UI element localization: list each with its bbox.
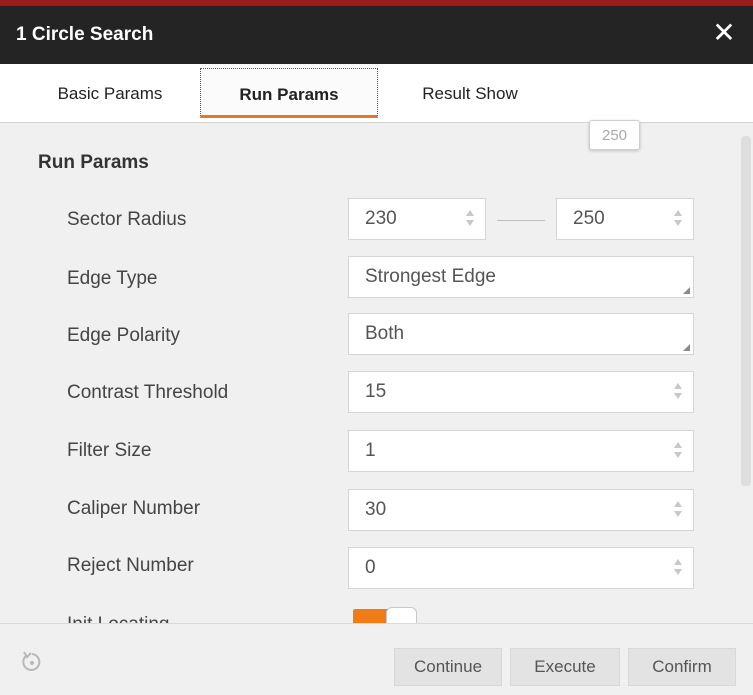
- reject-number-input[interactable]: 0: [348, 547, 694, 589]
- sector-radius-min-input[interactable]: 230: [348, 198, 486, 240]
- sector-radius-max-value: 250: [573, 208, 605, 229]
- circle-search-dialog: 1 Circle Search ✕ Basic Params Run Param…: [0, 0, 753, 695]
- close-icon[interactable]: ✕: [709, 16, 739, 50]
- tab-run-params[interactable]: Run Params: [200, 68, 378, 118]
- title-bar: 1 Circle Search ✕: [0, 6, 753, 64]
- dropdown-corner-icon: [683, 344, 690, 351]
- caliper-number-value: 30: [365, 499, 387, 520]
- reject-number-spinner[interactable]: [673, 559, 683, 579]
- chevron-down-icon[interactable]: [674, 220, 682, 226]
- sector-radius-max-input[interactable]: 250: [556, 198, 694, 240]
- range-separator: [497, 220, 545, 221]
- contrast-threshold-input[interactable]: 15: [348, 371, 694, 413]
- edge-polarity-label: Edge Polarity: [67, 325, 181, 346]
- sector-radius-max-spinner[interactable]: [673, 210, 683, 230]
- filter-size-input[interactable]: 1: [348, 430, 694, 472]
- sector-radius-min-value: 230: [365, 208, 397, 229]
- execute-button[interactable]: Execute: [510, 648, 620, 686]
- contrast-threshold-spinner[interactable]: [673, 383, 683, 403]
- dropdown-corner-icon: [683, 287, 690, 294]
- edge-polarity-value: Both: [365, 323, 405, 344]
- continue-button[interactable]: Continue: [394, 648, 502, 686]
- edge-type-select[interactable]: Strongest Edge: [348, 256, 694, 298]
- edge-polarity-select[interactable]: Both: [348, 313, 694, 355]
- chevron-down-icon[interactable]: [674, 393, 682, 399]
- chevron-up-icon[interactable]: [674, 383, 682, 389]
- scrollbar-thumb[interactable]: [741, 136, 751, 486]
- chevron-up-icon[interactable]: [674, 442, 682, 448]
- caliper-number-label: Caliper Number: [67, 498, 201, 519]
- chevron-down-icon[interactable]: [466, 220, 474, 226]
- reject-number-label: Reject Number: [67, 555, 194, 576]
- chevron-up-icon[interactable]: [674, 210, 682, 216]
- chevron-up-icon[interactable]: [674, 501, 682, 507]
- dialog-title: 1 Circle Search: [16, 24, 154, 45]
- chevron-down-icon[interactable]: [674, 511, 682, 517]
- contrast-threshold-label: Contrast Threshold: [67, 382, 229, 403]
- tab-basic-params[interactable]: Basic Params: [30, 68, 190, 118]
- chevron-down-icon[interactable]: [674, 452, 682, 458]
- chevron-up-icon[interactable]: [674, 559, 682, 565]
- run-params-panel: Run Params Sector Radius 230 250 Edge Ty…: [0, 123, 753, 639]
- chevron-down-icon[interactable]: [674, 569, 682, 575]
- edge-type-label: Edge Type: [67, 268, 158, 289]
- footer-bar: Continue Execute Confirm: [0, 623, 753, 695]
- value-tooltip: 250: [589, 120, 640, 150]
- contrast-threshold-value: 15: [365, 381, 387, 402]
- tab-bar: Basic Params Run Params Result Show: [0, 64, 753, 123]
- sector-radius-min-spinner[interactable]: [465, 210, 475, 230]
- reset-icon[interactable]: [19, 649, 45, 675]
- chevron-up-icon[interactable]: [466, 210, 474, 216]
- filter-size-value: 1: [365, 440, 376, 461]
- filter-size-label: Filter Size: [67, 440, 152, 461]
- sector-radius-label: Sector Radius: [67, 209, 187, 230]
- caliper-number-input[interactable]: 30: [348, 489, 694, 531]
- section-title: Run Params: [38, 152, 149, 173]
- confirm-button[interactable]: Confirm: [628, 648, 736, 686]
- tab-result-show[interactable]: Result Show: [390, 68, 550, 118]
- reject-number-value: 0: [365, 557, 376, 578]
- filter-size-spinner[interactable]: [673, 442, 683, 462]
- edge-type-value: Strongest Edge: [365, 266, 496, 287]
- caliper-number-spinner[interactable]: [673, 501, 683, 521]
